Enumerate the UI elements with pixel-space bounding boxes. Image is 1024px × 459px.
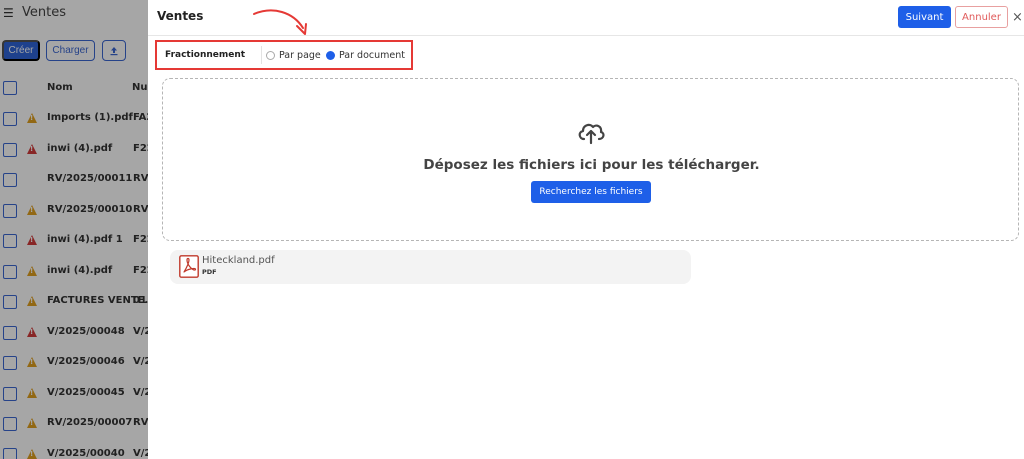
close-icon[interactable]: × xyxy=(1011,6,1024,28)
cancel-button[interactable]: Annuler xyxy=(955,6,1008,28)
radio-par-page[interactable]: Par page xyxy=(266,47,321,63)
split-mode-divider xyxy=(261,46,262,64)
radio-label: Par document xyxy=(339,49,405,61)
import-dialog: Ventes Suivant Annuler × Fractionnement … xyxy=(148,0,1024,459)
dropzone-text: Déposez les fichiers ici pour les téléch… xyxy=(423,157,760,173)
uploaded-file-card[interactable]: Hiteckland.pdf PDF xyxy=(170,250,691,284)
annotation-arrow-icon xyxy=(253,9,307,35)
radio-label: Par page xyxy=(279,49,321,61)
cloud-upload-icon xyxy=(578,123,605,145)
modal-backdrop[interactable] xyxy=(0,0,148,459)
radio-button[interactable] xyxy=(266,50,275,60)
file-type-label: PDF xyxy=(202,268,217,276)
dialog-title: Ventes xyxy=(157,9,204,23)
file-name: Hiteckland.pdf xyxy=(202,255,275,266)
radio-button[interactable] xyxy=(326,50,335,60)
next-button[interactable]: Suivant xyxy=(898,6,951,28)
browse-files-button[interactable]: Recherchez les fichiers xyxy=(531,181,651,203)
background-list-view: ☰ Ventes Créer Charger Nom Nur Imports (… xyxy=(0,0,148,459)
pdf-icon xyxy=(179,255,199,278)
split-mode-label: Fractionnement xyxy=(165,50,246,60)
file-dropzone[interactable]: Déposez les fichiers ici pour les téléch… xyxy=(162,78,1019,241)
radio-par-document[interactable]: Par document xyxy=(326,47,405,63)
split-mode-group: Fractionnement Par page Par document xyxy=(155,40,413,70)
